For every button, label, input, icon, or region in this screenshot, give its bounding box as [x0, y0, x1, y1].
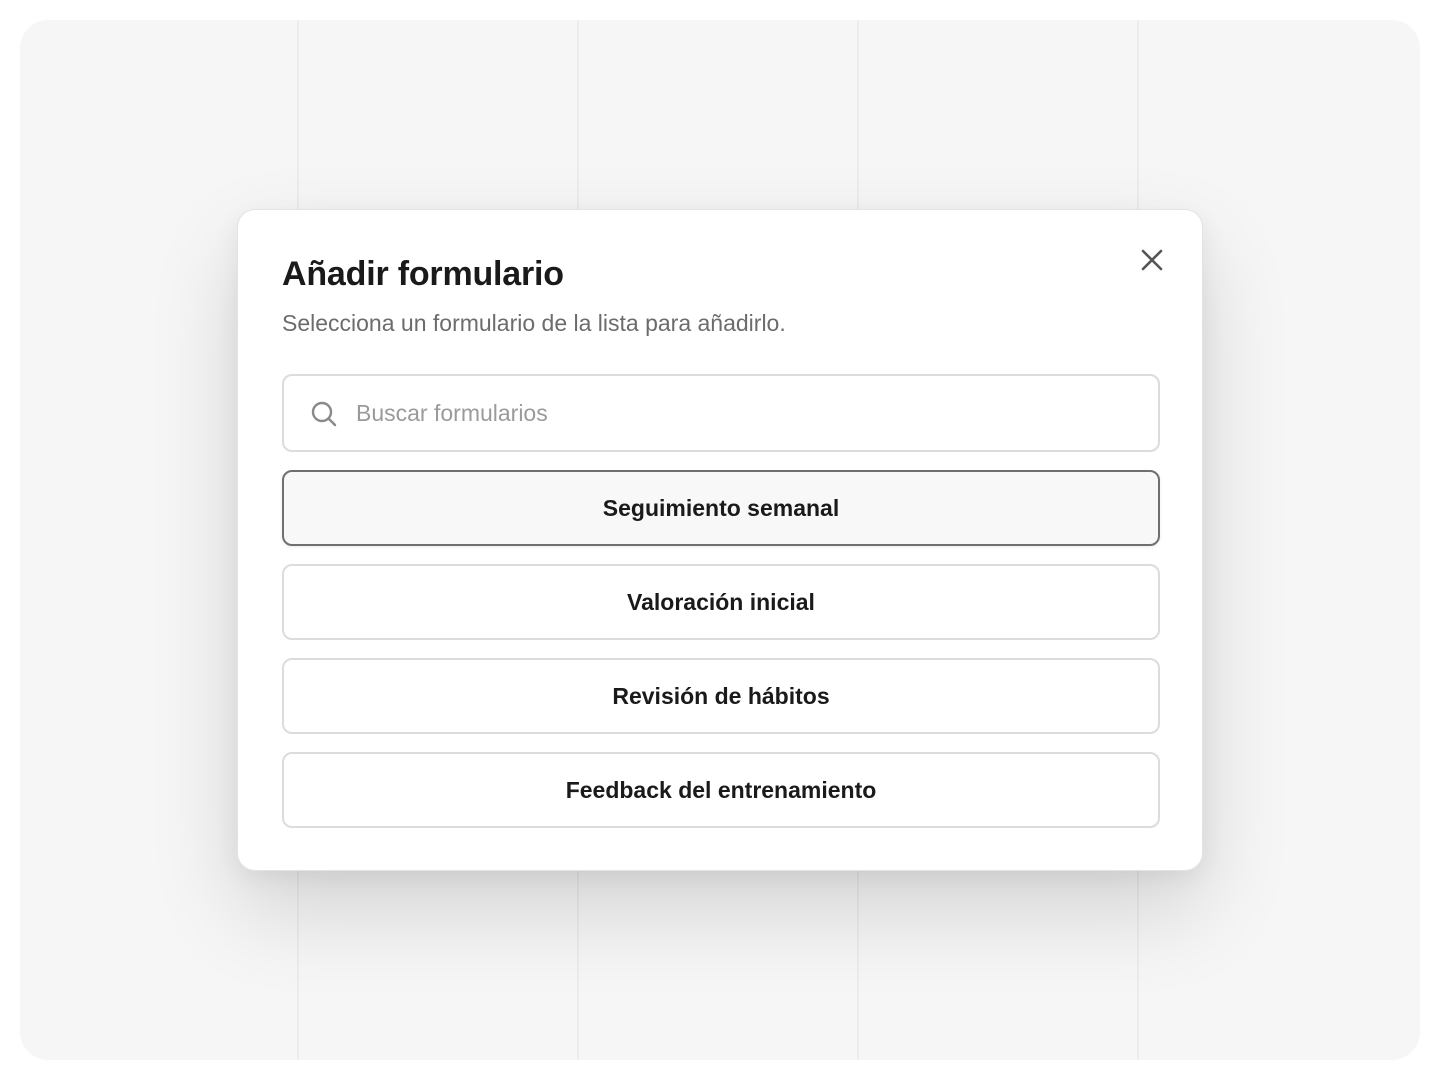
search-icon	[311, 401, 337, 427]
form-option-feedback-entrenamiento[interactable]: Feedback del entrenamiento	[282, 752, 1160, 828]
form-option-valoracion-inicial[interactable]: Valoración inicial	[282, 564, 1160, 640]
form-option-label: Revisión de hábitos	[612, 682, 830, 709]
form-option-label: Valoración inicial	[627, 588, 815, 615]
form-option-label: Seguimiento semanal	[602, 494, 840, 521]
form-option-seguimiento-semanal[interactable]: Seguimiento semanal	[282, 470, 1160, 546]
form-option-label: Feedback del entrenamiento	[565, 776, 877, 803]
add-form-dialog: Añadir formulario Selecciona un formular…	[237, 209, 1203, 871]
form-option-revision-habitos[interactable]: Revisión de hábitos	[282, 658, 1160, 734]
close-button[interactable]	[1134, 242, 1170, 278]
dialog-subtitle: Selecciona un formulario de la lista par…	[282, 310, 786, 336]
search-input[interactable]	[356, 376, 1146, 450]
search-field[interactable]	[282, 374, 1160, 452]
form-list: Seguimiento semanal Valoración inicial R…	[282, 470, 1160, 846]
close-icon	[1141, 249, 1163, 271]
dialog-title: Añadir formulario	[282, 255, 564, 293]
